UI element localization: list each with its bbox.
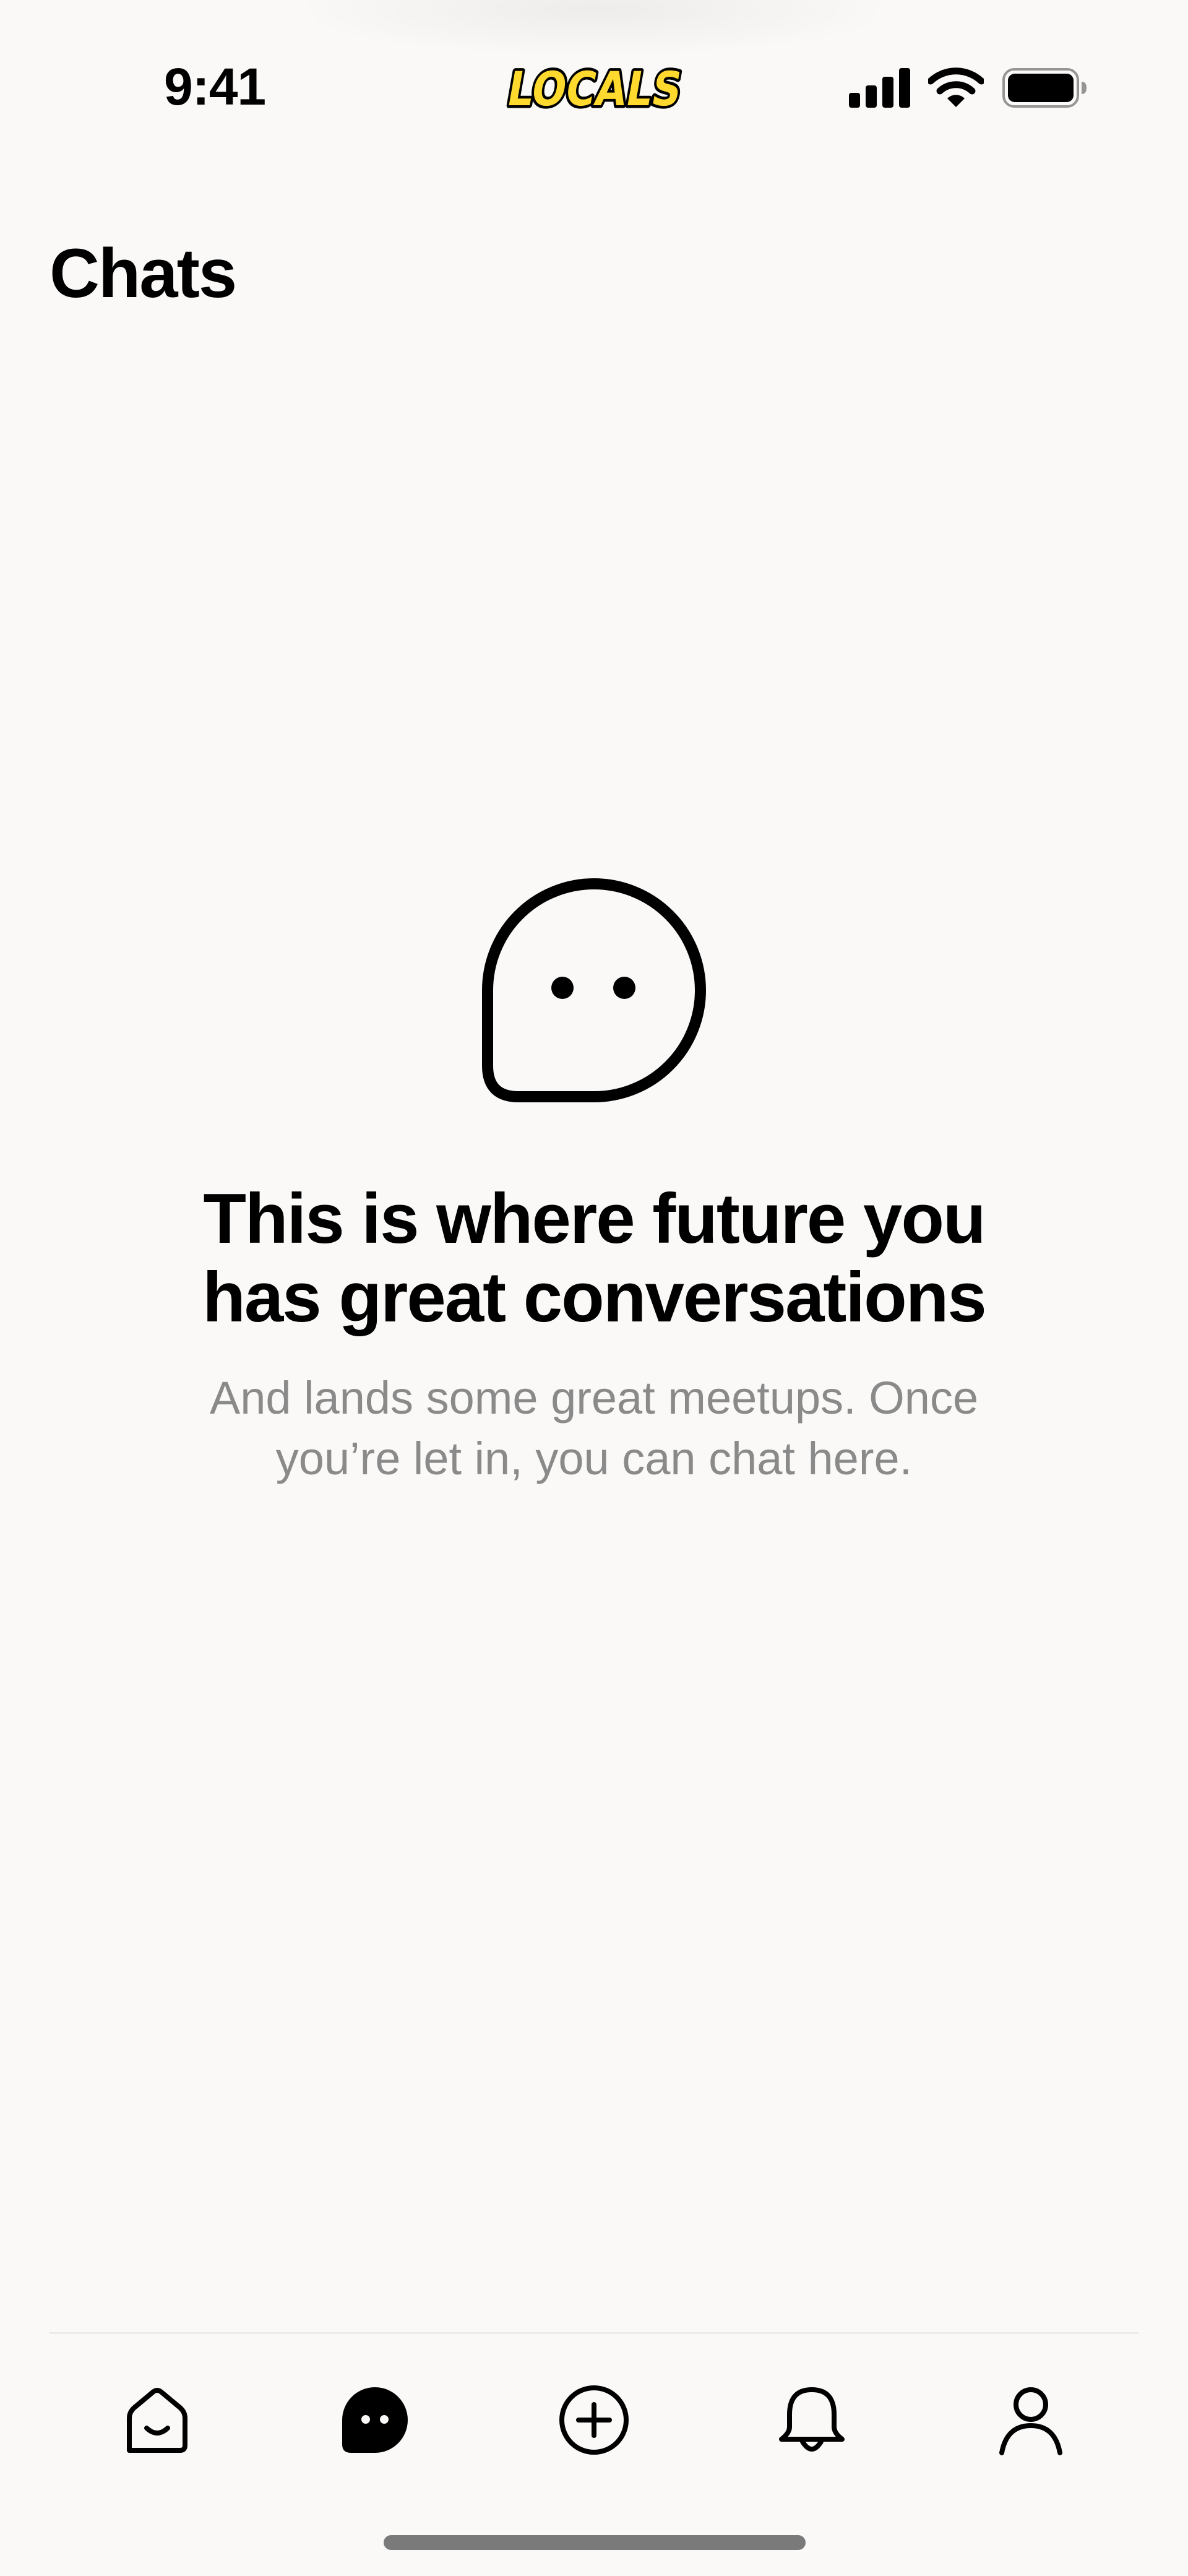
chat-bubble-icon — [342, 2387, 408, 2453]
status-icons — [849, 64, 1087, 111]
battery-icon — [1002, 68, 1087, 108]
status-time: 9:41 — [164, 58, 266, 116]
tab-create[interactable] — [551, 2377, 637, 2463]
empty-subtext-line-2: you’re let in, you can chat here. — [275, 1433, 913, 1484]
locals-logo: LOCALS — [501, 59, 688, 118]
empty-heading-line-1: This is where future you — [203, 1180, 986, 1258]
tab-chats[interactable] — [332, 2377, 418, 2463]
dynamic-island-shadow — [297, 0, 891, 56]
home-icon — [127, 2388, 187, 2453]
empty-state-heading: This is where future you has great conve… — [99, 1180, 1089, 1337]
logo-text: LOCALS — [503, 63, 686, 117]
empty-state-subtext: And lands some great meetups. Once you’r… — [161, 1368, 1027, 1489]
empty-subtext-line-1: And lands some great meetups. Once — [209, 1372, 979, 1424]
tab-bar — [0, 2377, 1188, 2463]
tab-profile[interactable] — [988, 2377, 1074, 2463]
empty-heading-line-2: has great conversations — [202, 1258, 987, 1337]
bell-icon — [779, 2387, 845, 2452]
cellular-signal-icon — [849, 68, 910, 108]
page-title: Chats — [50, 235, 237, 312]
tab-home[interactable] — [114, 2377, 200, 2463]
person-icon — [999, 2387, 1062, 2455]
tab-notifications[interactable] — [768, 2377, 855, 2463]
chat-bubble-face-icon — [482, 878, 706, 1102]
chats-screen: 9:41 LOCALS Chats This is where future y… — [0, 0, 1188, 2576]
tab-bar-divider — [50, 2332, 1138, 2334]
wifi-icon — [928, 67, 984, 107]
plus-circle-icon — [559, 2385, 629, 2455]
home-indicator[interactable] — [384, 2535, 806, 2550]
